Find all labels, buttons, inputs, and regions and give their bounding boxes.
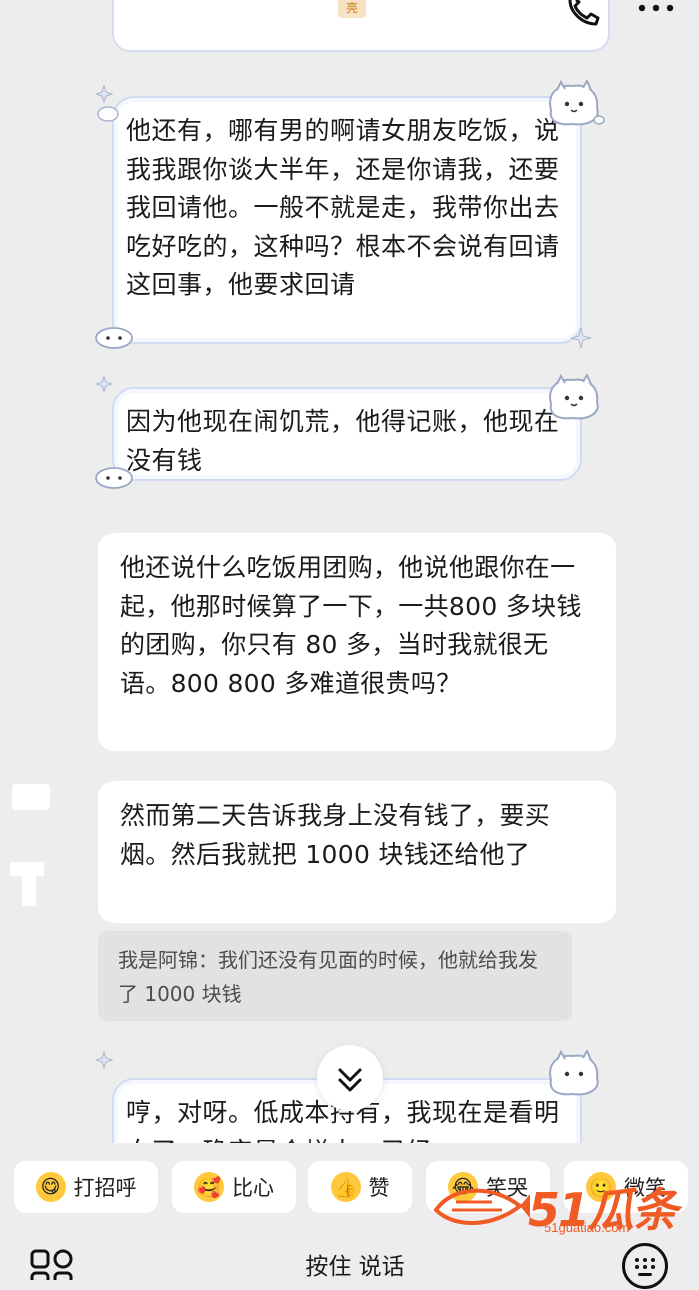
quick-reply-hello[interactable]: 😋 打招呼 <box>14 1161 158 1213</box>
scroll-to-bottom-button[interactable] <box>317 1045 383 1111</box>
quick-reply-label: 比心 <box>232 1176 274 1200</box>
message-text: 然而第二天告诉我身上没有钱了，要买烟。然后我就把 1000 块钱还给他了 <box>120 801 551 869</box>
sparkle-icon <box>96 84 119 122</box>
message-text: 他还说什么吃饭用团购，他说他跟你在一起，他那时候算了一下，一共800 多块钱的团… <box>120 553 582 698</box>
cat-sticker-icon <box>549 80 605 126</box>
quick-reply-label: 打招呼 <box>73 1176 137 1200</box>
cropped-avatar-fragment <box>10 862 44 876</box>
watermark: 51瓜条 51guatiao.com <box>432 1166 680 1242</box>
cat-sticker-icon <box>549 1050 599 1096</box>
cropped-avatar-fragment <box>22 876 36 906</box>
thumbs-up-icon: 👍 <box>330 1172 361 1202</box>
cat-paw-icon <box>95 467 133 489</box>
message-bubble[interactable]: 然而第二天告诉我身上没有钱了，要买烟。然后我就把 1000 块钱还给他了 <box>98 781 616 923</box>
quick-reply-like[interactable]: 👍 赞 <box>308 1161 412 1213</box>
contact-avatar[interactable]: 亮 <box>338 0 366 18</box>
message-bubble[interactable]: 他还有，哪有男的啊请女朋友吃饭，说我我跟你谈大半年，还是你请我，还要我回请他。一… <box>112 96 582 344</box>
quoted-message-text: 我是阿锦：我们还没有见面的时候，他就给我发了 1000 块钱 <box>118 948 538 1006</box>
chevron-double-down-icon <box>338 1068 362 1092</box>
apps-grid-icon[interactable] <box>30 1249 74 1280</box>
cat-paw-icon <box>95 327 133 349</box>
more-icon[interactable] <box>636 0 676 18</box>
contact-avatar-text: 亮 <box>345 1 358 15</box>
phone-icon[interactable] <box>566 0 602 26</box>
keyboard-keys-glyph <box>635 1258 655 1276</box>
fish-logo-icon <box>433 1188 530 1225</box>
quick-reply-label: 赞 <box>368 1176 390 1200</box>
message-text: 他还有，哪有男的啊请女朋友吃饭，说我我跟你谈大半年，还是你请我，还要我回请他。一… <box>126 116 560 300</box>
keyboard-icon[interactable] <box>622 1243 668 1289</box>
message-bubble[interactable]: 因为他现在闹饥荒，他得记账，他现在没有钱 <box>112 387 582 481</box>
hold-to-talk-button[interactable]: 按住 说话 <box>120 1245 590 1281</box>
watermark-url: 51guatiao.com <box>544 1220 630 1235</box>
sparkle-icon <box>96 374 114 394</box>
cat-sticker-icon <box>549 374 599 420</box>
heart-hands-emoji-icon: 🥰 <box>194 1172 224 1202</box>
chat-header: 亮 <box>0 0 699 52</box>
hello-emoji-icon: 😋 <box>35 1172 66 1202</box>
message-text: 因为他现在闹饥荒，他得记账，他现在没有钱 <box>126 407 560 475</box>
cropped-avatar-fragment <box>12 784 50 810</box>
sparkle-icon <box>96 1050 114 1070</box>
quoted-message[interactable]: 我是阿锦：我们还没有见面的时候，他就给我发了 1000 块钱 <box>98 931 572 1021</box>
message-bubble[interactable]: 他还说什么吃饭用团购，他说他跟你在一起，他那时候算了一下，一共800 多块钱的团… <box>98 533 616 751</box>
quick-reply-heart[interactable]: 🥰 比心 <box>172 1161 296 1213</box>
sparkle-icon <box>570 327 592 349</box>
